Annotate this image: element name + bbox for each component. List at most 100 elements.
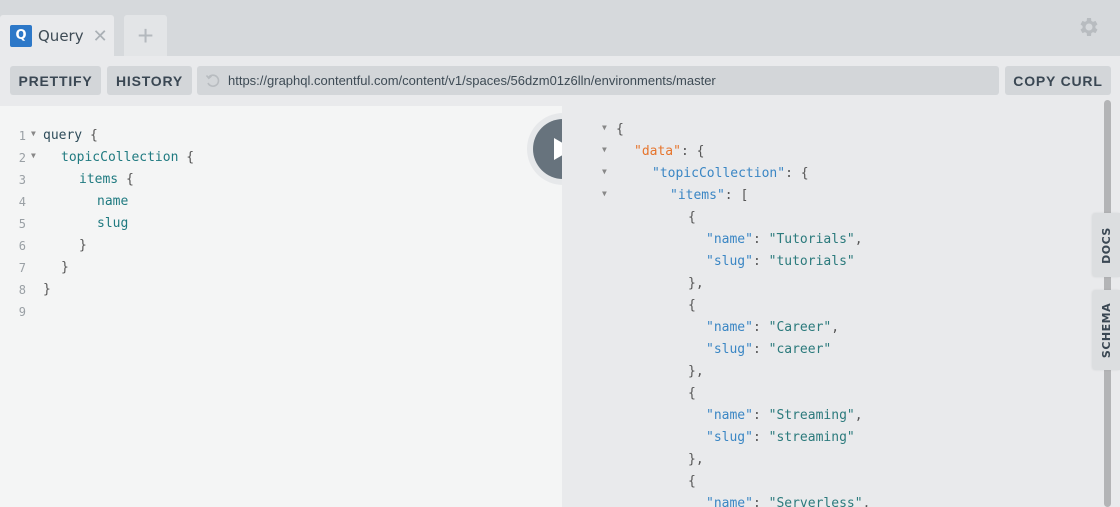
code-line: name [97,191,128,213]
line-number: 2 [18,151,26,165]
result-line: "slug": "tutorials" [706,251,855,273]
json-key: "slug" [706,254,753,269]
json-value: "Serverless" [768,496,863,507]
json-punctuation: , [854,408,863,423]
result-line: "topicCollection": { [652,163,809,185]
result-line: { [688,383,696,405]
result-line: }, [688,361,704,383]
reload-icon[interactable] [205,73,221,89]
json-punctuation: { [688,298,696,313]
json-punctuation: : [ [724,188,749,203]
json-punctuation: , [854,232,863,247]
json-punctuation: : { [680,144,705,159]
code-line: slug [97,213,128,235]
code-punc: } [43,282,51,297]
result-line: "name": "Career", [706,317,839,339]
json-punctuation: }, [688,276,704,291]
json-value: "tutorials" [768,254,855,269]
line-number: 6 [18,239,26,253]
json-punctuation: : [752,320,769,335]
result-line: }, [688,273,704,295]
json-value: "career" [768,342,832,357]
result-line: }, [688,449,704,471]
docs-tab[interactable]: DOCS [1093,213,1120,277]
fold-arrow-icon[interactable]: ▼ [31,145,36,167]
json-punctuation: , [831,320,840,335]
json-punctuation: : [752,408,769,423]
json-value: "Tutorials" [768,232,855,247]
schema-tab[interactable]: SCHEMA [1093,290,1120,370]
json-key: "name" [706,232,753,247]
code-field: topicCollection [61,150,179,165]
json-key: "name" [706,320,753,335]
gear-icon[interactable] [1076,15,1100,39]
endpoint-url-input[interactable] [228,73,988,88]
json-punctuation: : [752,342,769,357]
code-punc: } [79,238,87,253]
line-number: 3 [18,173,26,187]
result-line: "name": "Serverless", [706,493,870,507]
result-line: "data": { [634,141,704,163]
line-number: 5 [18,217,26,231]
query-badge-icon: Q [10,24,32,47]
history-button[interactable]: HISTORY [107,66,192,95]
json-punctuation: { [688,386,696,401]
result-line: { [616,119,624,141]
result-line: "slug": "streaming" [706,427,855,449]
close-icon[interactable]: ✕ [93,27,108,45]
line-number: 7 [18,261,26,275]
json-value: "Streaming" [768,408,855,423]
result-line: "name": "Streaming", [706,405,863,427]
fold-arrow-icon[interactable]: ▼ [31,123,36,145]
code-line: query { [43,125,98,147]
json-punctuation: : [752,254,769,269]
result-line: { [688,295,696,317]
json-key: "items" [670,188,725,203]
code-line: } [61,257,69,279]
copy-curl-button[interactable]: COPY CURL [1005,66,1111,95]
line-number: 4 [18,195,26,209]
line-number: 1 [18,129,26,143]
result-line: { [688,207,696,229]
code-punc: { [82,128,98,143]
code-line: items { [79,169,134,191]
json-punctuation: , [862,496,871,507]
tab-query[interactable]: Q Query ✕ [0,15,114,56]
toolbar: PRETTIFY HISTORY COPY CURL [0,56,1120,106]
tab-title: Query [38,26,84,45]
json-key: { [616,122,624,137]
json-value: "Career" [768,320,832,335]
result-viewer: ▼{▼ "data": {▼ "topicCollection": {▼ "items… [562,106,1120,507]
query-editor[interactable]: 1 ▼ query {2 ▼ topicCollection {3 items {4 nam… [0,106,562,507]
json-key: "data" [634,144,681,159]
code-line: } [79,235,87,257]
json-punctuation: { [688,474,696,489]
json-value: "streaming" [768,430,855,445]
json-key: "name" [706,496,753,507]
code-punc: { [178,150,195,165]
json-key: "slug" [706,342,753,357]
json-punctuation: : [752,496,769,507]
schema-tab-label: SCHEMA [1100,302,1113,358]
fold-arrow-icon[interactable]: ▼ [602,161,607,183]
code-line: topicCollection { [61,147,194,169]
json-punctuation: }, [688,452,704,467]
json-punctuation: : [752,430,769,445]
code-punc: } [61,260,69,275]
fold-arrow-icon[interactable]: ▼ [602,183,607,205]
tab-bar: Q Query ✕ + [0,0,1120,56]
prettify-button[interactable]: PRETTIFY [10,66,101,95]
code-punc: { [118,172,134,187]
fold-arrow-icon[interactable]: ▼ [602,139,607,161]
result-line: { [688,471,696,493]
line-number: 8 [18,283,26,297]
json-key: "topicCollection" [652,166,786,181]
code-line: } [43,279,51,301]
fold-arrow-icon[interactable]: ▼ [602,117,607,139]
result-line: "slug": "career" [706,339,831,361]
code-field: slug [97,216,129,231]
endpoint-url-bar [197,66,999,95]
code-field: name [97,194,129,209]
add-tab-button[interactable]: + [124,15,167,56]
code-field: items [79,172,119,187]
